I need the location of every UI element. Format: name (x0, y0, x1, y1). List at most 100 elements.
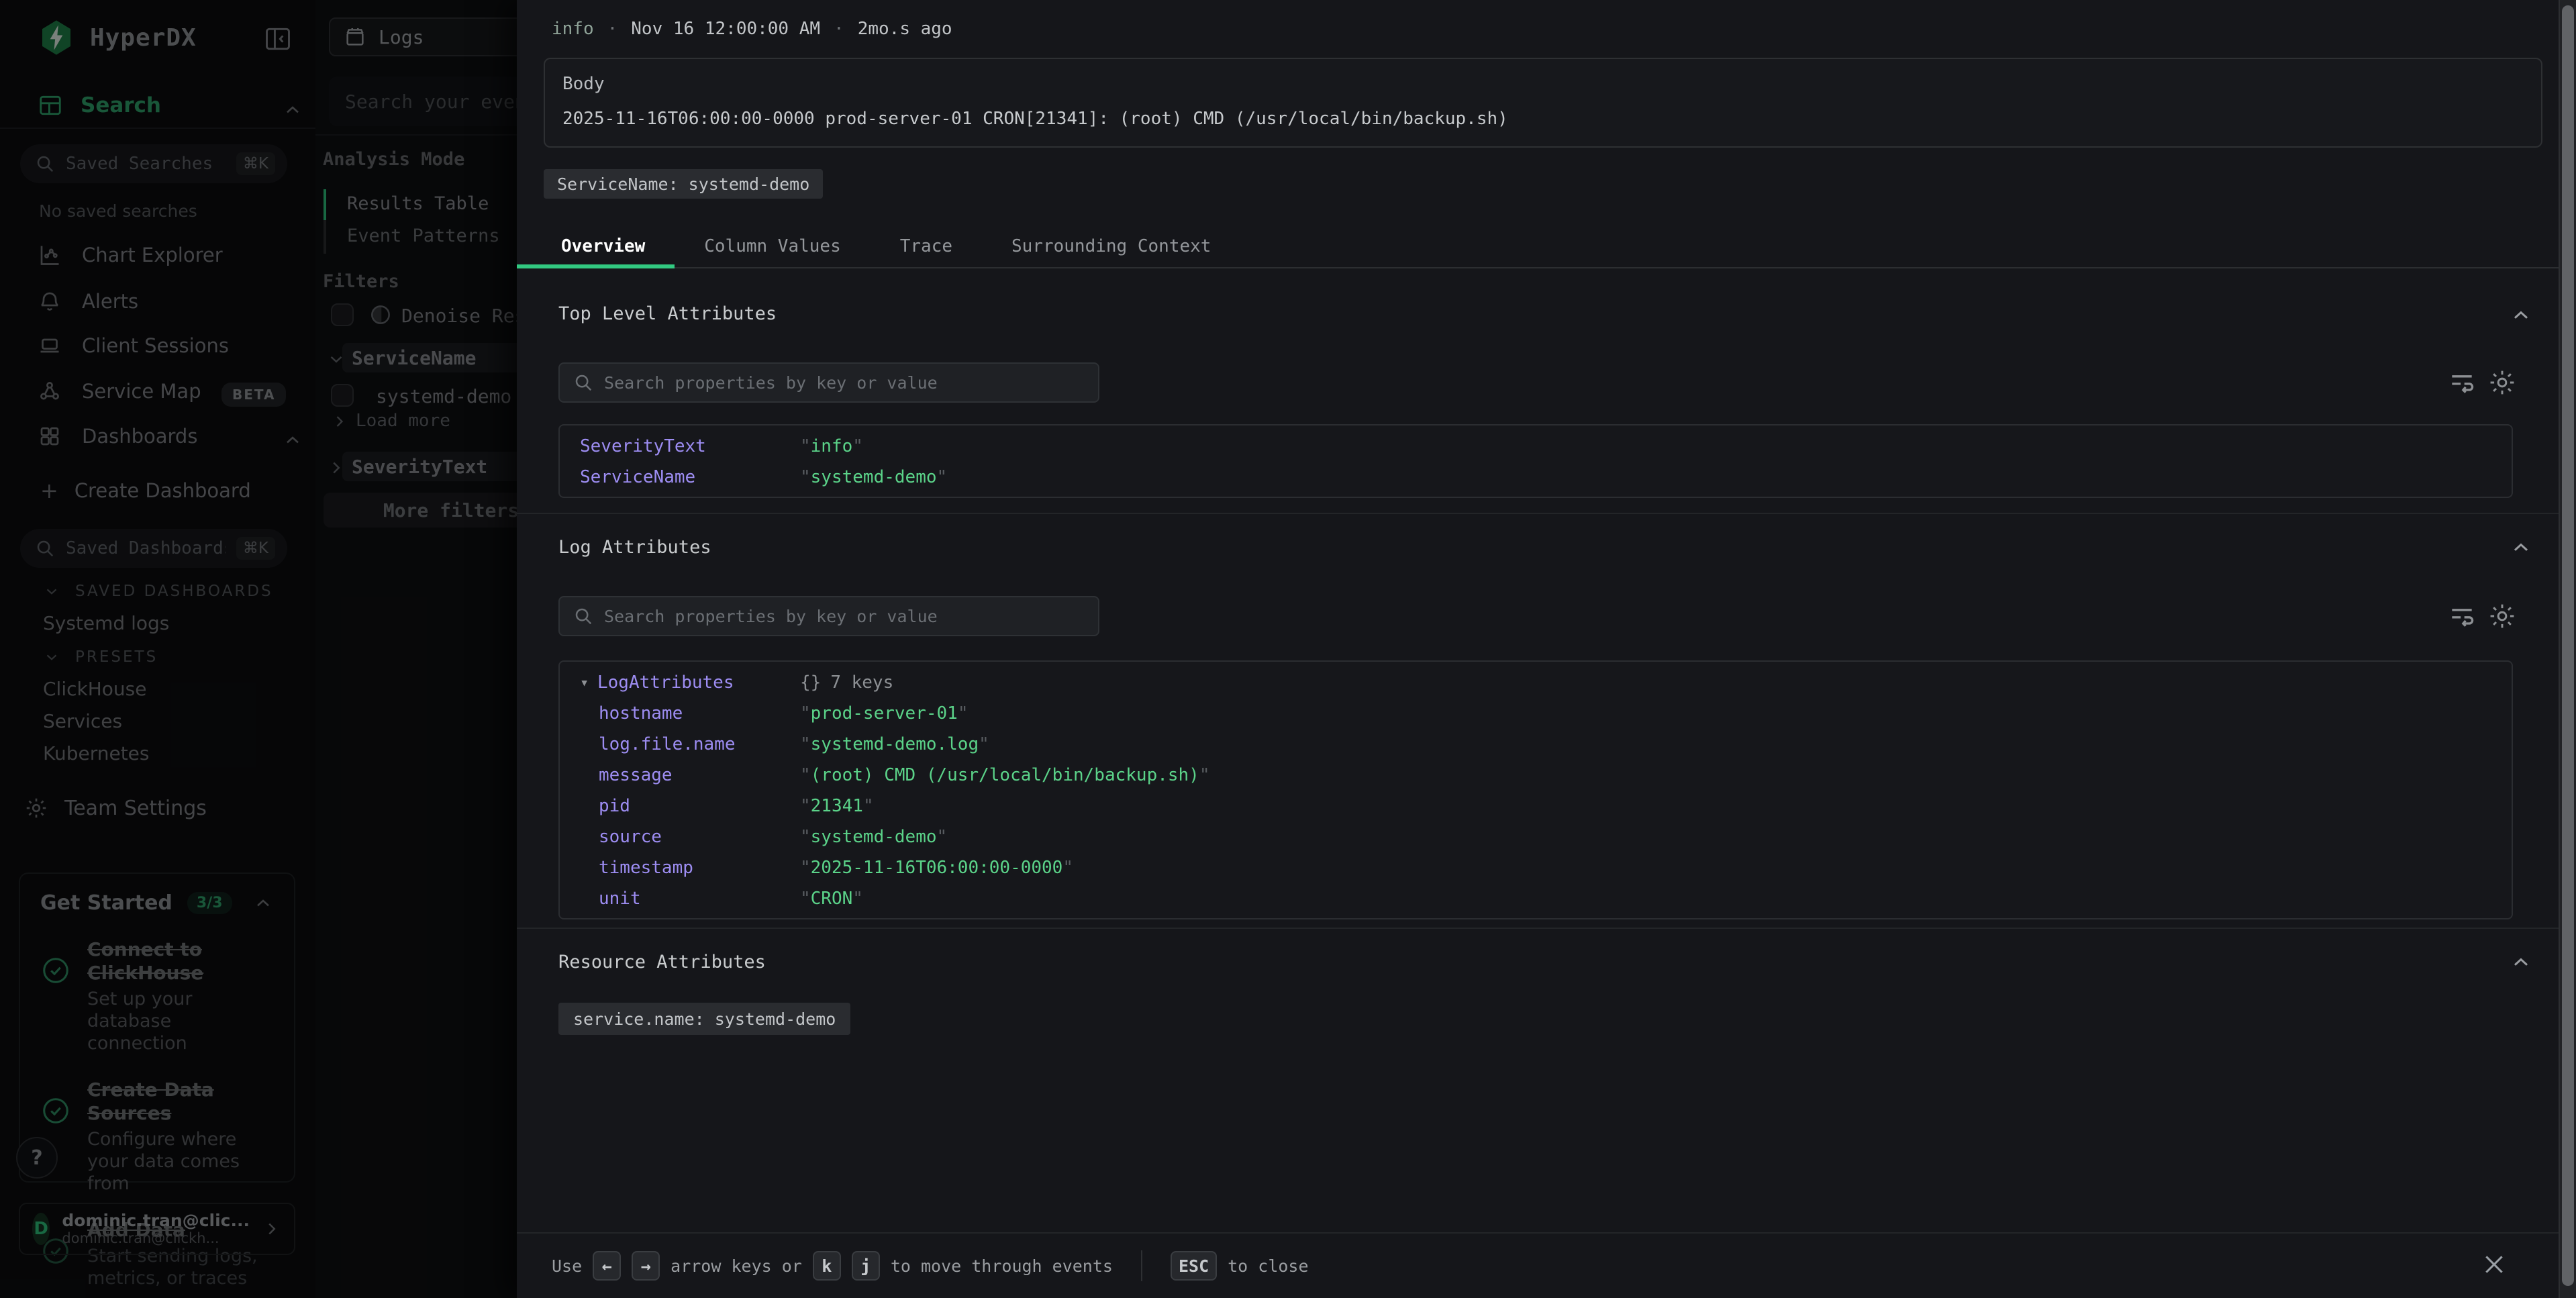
search-icon (35, 538, 55, 558)
bell-icon (38, 289, 62, 313)
get-started-item-connect[interactable]: Connect to ClickHouse Set up your databa… (40, 938, 274, 1055)
chart-icon (38, 243, 62, 267)
sidebar-item-team-settings[interactable]: Team Settings (24, 796, 207, 820)
sidebar-item-label: Client Sessions (82, 334, 229, 357)
beta-badge: BETA (221, 383, 286, 407)
sidebar-item-chart-explorer[interactable]: Chart Explorer (38, 243, 223, 267)
attr-row[interactable]: source systemd-demo (560, 821, 2512, 852)
left-arrow-key: ← (593, 1251, 621, 1281)
filter-value-systemd-demo[interactable]: systemd-demo (376, 385, 511, 407)
attr-value: info (800, 436, 863, 456)
tab-surrounding-context[interactable]: Surrounding Context (982, 226, 1240, 267)
caret-down-icon[interactable]: ▾ (580, 675, 597, 691)
attr-value: 21341 (800, 796, 874, 816)
attr-key: SeverityText (580, 436, 800, 456)
gear-icon[interactable] (2487, 601, 2517, 631)
attr-value: 2025-11-16T06:00:00-0000 (800, 858, 1073, 878)
log-attrs-search[interactable] (558, 596, 1099, 636)
resource-attributes-title: Resource Attributes (558, 952, 766, 972)
sidebar-item-kubernetes[interactable]: Kubernetes (43, 742, 150, 764)
attr-row[interactable]: ServiceName systemd-demo (560, 462, 2512, 493)
attr-row[interactable]: unit CRON (560, 883, 2512, 914)
saved-dashboards-field[interactable] (66, 538, 226, 558)
attr-row[interactable]: log.file.name systemd-demo.log (560, 729, 2512, 760)
create-dashboard-button[interactable]: + Create Dashboard (40, 478, 251, 503)
cmdk-shortcut: ⌘K (236, 537, 275, 560)
brand[interactable]: HyperDX (38, 19, 197, 56)
sidebar-item-dashboards[interactable]: Dashboards (38, 424, 197, 448)
severity-text: info (552, 19, 594, 39)
tab-trace[interactable]: Trace (871, 226, 982, 267)
sidebar-item-label: Service Map (82, 380, 201, 403)
sidebar-item-alerts[interactable]: Alerts (38, 289, 138, 313)
chevron-up-icon[interactable] (252, 893, 274, 914)
sidebar-item-service-map[interactable]: Service Map (38, 379, 201, 403)
attr-row[interactable]: timestamp 2025-11-16T06:00:00-0000 (560, 852, 2512, 883)
search-icon (35, 154, 55, 174)
sidebar-item-services[interactable]: Services (43, 710, 122, 732)
close-icon[interactable] (2474, 1244, 2514, 1285)
sidebar: HyperDX Search ⌘K No saved searches Char… (0, 0, 315, 1298)
saved-dashboards-input[interactable]: ⌘K (20, 529, 287, 568)
footer-text: to close (1228, 1256, 1308, 1276)
systemd-demo-checkbox[interactable] (331, 384, 354, 407)
gear-icon (24, 796, 48, 820)
saved-dashboards-section-header[interactable]: SAVED DASHBOARDS (43, 583, 273, 600)
top-attrs-search-field[interactable] (604, 373, 1085, 393)
sidebar-item-search[interactable]: Search (38, 93, 161, 118)
saved-searches-field[interactable] (66, 154, 226, 174)
mode-results-table[interactable]: Results Table (347, 193, 489, 214)
presets-section-header[interactable]: PRESETS (43, 648, 158, 666)
sidebar-collapse-icon[interactable] (263, 24, 293, 54)
filter-group-label: ServiceName (352, 347, 476, 369)
chevron-right-icon[interactable] (330, 412, 349, 431)
avatar: D (32, 1213, 50, 1245)
tab-overview[interactable]: Overview (517, 226, 675, 267)
attr-row[interactable]: pid 21341 (560, 791, 2512, 821)
chevron-down-icon (43, 583, 60, 600)
saved-searches-input[interactable]: ⌘K (20, 144, 287, 183)
chevron-up-icon[interactable] (2509, 303, 2533, 328)
get-started-item-sources[interactable]: Create Data Sources Configure where your… (40, 1078, 274, 1195)
attr-row[interactable]: hostname prod-server-01 (560, 698, 2512, 729)
dashboards-icon (38, 424, 62, 448)
chevron-up-icon[interactable] (282, 430, 303, 451)
tab-column-values[interactable]: Column Values (675, 226, 871, 267)
top-attrs-search[interactable] (558, 362, 1099, 403)
help-button[interactable]: ? (16, 1137, 58, 1179)
get-started-item-desc: Configure where your data comes from (87, 1129, 274, 1195)
attr-row[interactable]: message (root) CMD (/usr/local/bin/backu… (560, 760, 2512, 791)
footer-divider (1141, 1250, 1142, 1281)
chevron-up-icon[interactable] (282, 99, 303, 121)
service-name-tag[interactable]: ServiceName: systemd-demo (544, 169, 823, 199)
attr-root-row[interactable]: ▾ LogAttributes {}7 keys (560, 667, 2512, 698)
resource-attr-tag[interactable]: service.name: systemd-demo (558, 1003, 850, 1035)
gear-icon[interactable] (2487, 368, 2517, 397)
mode-event-patterns[interactable]: Event Patterns (347, 226, 500, 246)
wrap-lines-icon[interactable] (2447, 601, 2477, 631)
sidebar-item-client-sessions[interactable]: Client Sessions (38, 334, 229, 358)
log-attrs-search-field[interactable] (604, 607, 1085, 626)
scrollbar-thumb[interactable] (2562, 5, 2574, 1286)
drawer-scrollbar[interactable] (2559, 0, 2576, 1298)
chevron-up-icon[interactable] (2509, 950, 2533, 975)
sidebar-item-label: Alerts (82, 290, 138, 313)
sidebar-item-clickhouse[interactable]: ClickHouse (43, 678, 146, 700)
sidebar-item-systemd-logs[interactable]: Systemd logs (43, 612, 169, 634)
attr-key: pid (580, 796, 800, 816)
brand-name: HyperDX (90, 24, 197, 52)
drawer-footer: Use ← → arrow keys or k j to move throug… (517, 1232, 2576, 1298)
denoise-checkbox[interactable] (331, 303, 354, 326)
filters-title: Filters (323, 271, 399, 292)
plus-icon: + (40, 478, 58, 503)
attr-key: source (580, 827, 800, 847)
wrap-lines-icon[interactable] (2447, 368, 2477, 397)
attr-row[interactable]: SeverityText info (560, 431, 2512, 462)
section-divider (517, 513, 2576, 514)
search-icon (573, 606, 593, 626)
load-more-link[interactable]: Load more (356, 411, 450, 431)
chevron-up-icon[interactable] (2509, 536, 2533, 560)
get-started-card: Get Started 3/3 Connect to ClickHouse Se… (19, 872, 295, 1183)
user-menu[interactable]: D dominic.tran@clic... dominic.tran@clic… (19, 1203, 295, 1255)
attr-value: systemd-demo (800, 467, 947, 487)
